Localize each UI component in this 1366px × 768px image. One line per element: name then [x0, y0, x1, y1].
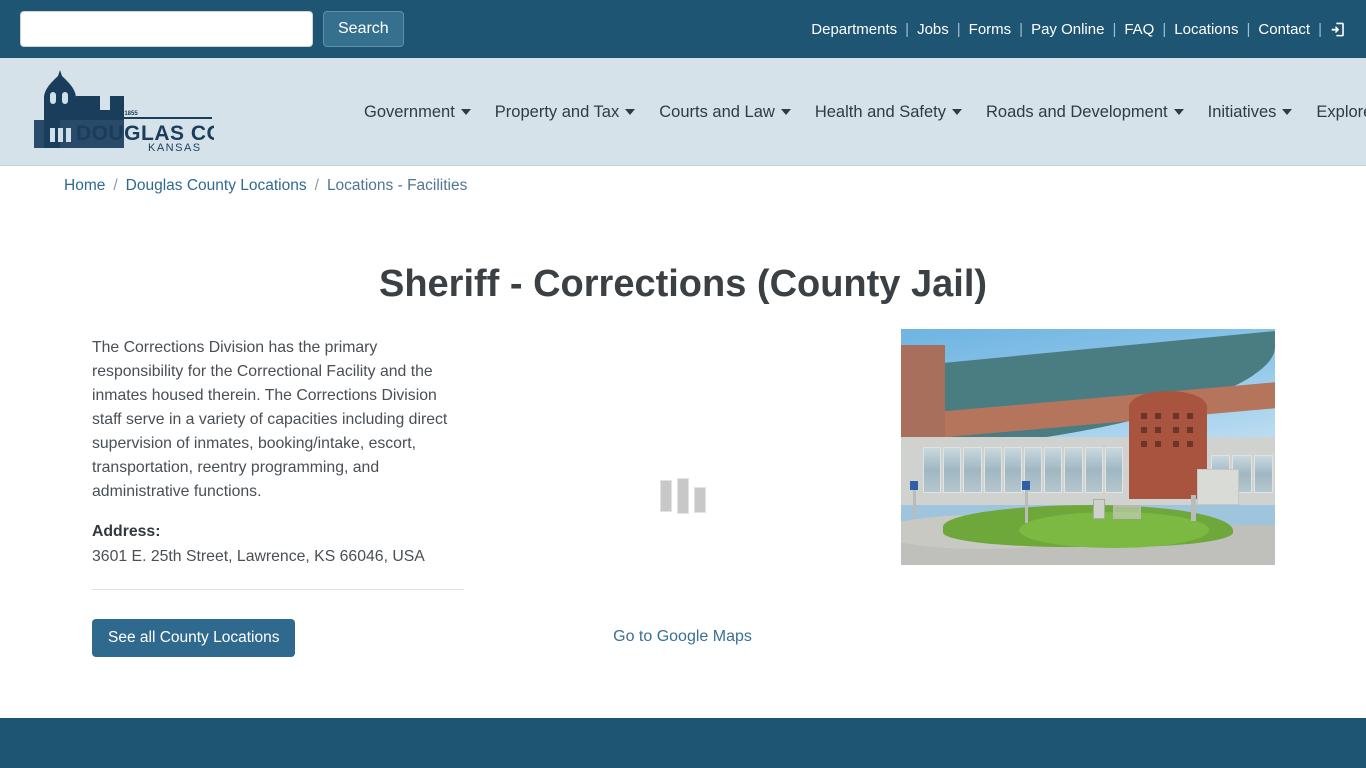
tower-window — [1187, 413, 1193, 419]
nav-label: Government — [364, 102, 455, 121]
map-column: Go to Google Maps — [480, 330, 885, 660]
utility-link-forms[interactable]: Forms — [968, 21, 1013, 38]
nav-label: Health and Safety — [814, 102, 946, 121]
main-navigation-band: EST. 1855 DOUGLAS COUNTY KANSAS Governme… — [0, 58, 1366, 166]
photo-canvas — [901, 329, 1275, 565]
see-all-county-locations-button[interactable]: See all County Locations — [92, 619, 296, 657]
utility-link-pay-online[interactable]: Pay Online — [1030, 21, 1105, 38]
nav-label: Explore — [1316, 102, 1366, 121]
tower-window — [1141, 413, 1147, 419]
sign-pole — [1025, 489, 1028, 523]
nav-item-initiatives[interactable]: Initiatives — [1196, 103, 1305, 122]
nav-label: Courts and Law — [659, 102, 775, 121]
breadcrumb-item-current: Locations - Facilities — [326, 177, 468, 194]
nav-label: Initiatives — [1207, 102, 1277, 121]
search-button[interactable]: Search — [323, 11, 404, 47]
utility-link-jobs[interactable]: Jobs — [916, 21, 950, 38]
trash-receptacle — [1093, 499, 1105, 519]
sign-pole — [913, 487, 916, 519]
utility-link-contact[interactable]: Contact — [1257, 21, 1311, 38]
section-divider — [92, 589, 464, 590]
nav-label: Property and Tax — [494, 102, 620, 121]
breadcrumb-separator: / — [314, 177, 319, 194]
link-separator: | — [1112, 20, 1117, 38]
tower-window — [1187, 427, 1193, 433]
address-label: Address: — [92, 523, 161, 540]
tower-window — [1173, 413, 1179, 419]
breadcrumb: Home / Douglas County Locations / Locati… — [64, 177, 467, 195]
tower-window — [1187, 441, 1193, 447]
sign-in-icon[interactable] — [1329, 21, 1348, 38]
bench — [1113, 505, 1141, 519]
nav-item-explore[interactable]: Explore — [1304, 103, 1366, 122]
tower-window — [1141, 441, 1147, 447]
loading-bars-icon — [659, 478, 706, 520]
chevron-down-icon — [460, 109, 471, 115]
building-entrance — [1197, 469, 1239, 505]
chevron-down-icon — [1173, 109, 1184, 115]
utility-link-faq[interactable]: FAQ — [1123, 21, 1155, 38]
facility-photo — [901, 329, 1275, 565]
nav-item-property-and-tax[interactable]: Property and Tax — [483, 103, 647, 122]
search-form: Search — [20, 11, 404, 47]
nav-item-government[interactable]: Government — [352, 103, 483, 122]
nav-label: Roads and Development — [985, 102, 1168, 121]
utility-links: Departments | Jobs | Forms | Pay Online … — [810, 0, 1348, 58]
link-separator: | — [905, 20, 910, 38]
chevron-down-icon — [1282, 109, 1293, 115]
address-value: 3601 E. 25th Street, Lawrence, KS 66046,… — [92, 548, 425, 565]
nav-item-courts-and-law[interactable]: Courts and Law — [647, 103, 803, 122]
tower-window — [1141, 427, 1147, 433]
loading-bar — [693, 487, 706, 513]
tower-window — [1173, 441, 1179, 447]
tower-window — [1173, 427, 1179, 433]
link-separator: | — [1318, 20, 1322, 38]
svg-text:EST. 1855: EST. 1855 — [110, 111, 138, 117]
svg-text:KANSAS: KANSAS — [148, 142, 202, 152]
chevron-down-icon — [780, 109, 791, 115]
main-nav-items: Government Property and Tax Courts and L… — [352, 58, 1366, 166]
search-input[interactable] — [20, 11, 313, 47]
chevron-down-icon — [625, 109, 636, 115]
tower-window — [1155, 413, 1161, 419]
utility-link-departments[interactable]: Departments — [810, 21, 898, 38]
nav-item-health-and-safety[interactable]: Health and Safety — [803, 103, 974, 122]
tower-window — [1155, 441, 1161, 447]
courthouse-logo-icon[interactable]: EST. 1855 DOUGLAS COUNTY KANSAS — [14, 70, 282, 154]
breadcrumb-separator: / — [113, 177, 118, 194]
utility-link-locations[interactable]: Locations — [1173, 21, 1239, 38]
breadcrumb-item-douglas-county-locations[interactable]: Douglas County Locations — [126, 177, 307, 195]
loading-bar — [659, 480, 672, 512]
facility-info-column: The Corrections Division has the primary… — [92, 336, 464, 657]
bollard — [1191, 495, 1196, 521]
nav-item-roads-and-development[interactable]: Roads and Development — [974, 103, 1196, 122]
page-title: Sheriff - Corrections (County Jail) — [378, 263, 988, 306]
facility-description: The Corrections Division has the primary… — [92, 339, 448, 500]
link-separator: | — [1246, 20, 1251, 38]
link-separator: | — [1162, 20, 1167, 38]
go-to-google-maps-link[interactable]: Go to Google Maps — [480, 628, 885, 646]
link-separator: | — [956, 20, 961, 38]
accessible-parking-sign — [910, 481, 918, 490]
top-utility-bar: Search Departments | Jobs | Forms | Pay … — [0, 0, 1366, 58]
chevron-down-icon — [951, 109, 962, 115]
tower-window — [1155, 427, 1161, 433]
accessible-parking-sign — [1022, 481, 1030, 490]
loading-bar — [676, 478, 689, 514]
brick-tower — [1129, 391, 1207, 499]
link-separator: | — [1019, 20, 1024, 38]
site-footer — [0, 718, 1366, 768]
breadcrumb-item-home[interactable]: Home — [64, 177, 105, 195]
